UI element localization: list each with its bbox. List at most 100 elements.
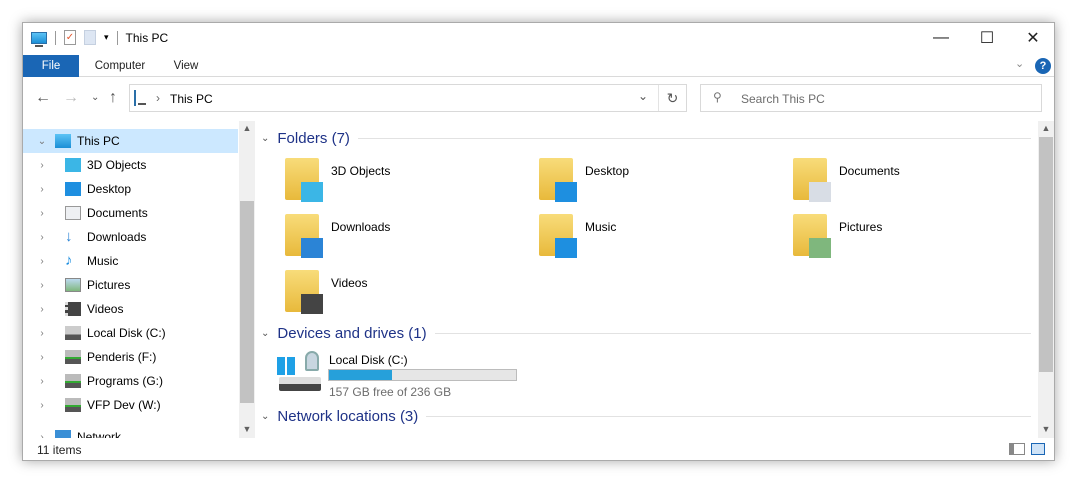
sidebar-item-vfp-dev[interactable]: › VFP Dev (W:)	[23, 393, 238, 417]
expand-ribbon-icon[interactable]: ⌄	[1015, 57, 1024, 70]
folder-documents[interactable]: Documents	[793, 158, 1033, 208]
sidebar-item-documents[interactable]: › Documents	[23, 201, 238, 225]
refresh-button[interactable]: ↻	[658, 85, 686, 111]
sidebar-item-label: Desktop	[87, 182, 132, 196]
folder-3d-objects[interactable]: 3D Objects	[285, 158, 525, 208]
help-icon[interactable]: ?	[1035, 58, 1051, 74]
sidebar-item-downloads[interactable]: › ↓ Downloads	[23, 225, 238, 249]
folder-icon	[793, 158, 831, 202]
address-bar[interactable]: › This PC ⌄ ↻	[129, 84, 687, 112]
chevron-right-icon[interactable]: ›	[33, 304, 51, 315]
sidebar-item-desktop[interactable]: › Desktop	[23, 177, 238, 201]
folder-overlay-icon	[809, 238, 831, 258]
search-input[interactable]: ⚲ Search This PC	[700, 84, 1042, 112]
close-button[interactable]: ✕	[1010, 23, 1056, 53]
sidebar-item-local-disk[interactable]: › Local Disk (C:)	[23, 321, 238, 345]
chevron-right-icon[interactable]: ›	[33, 328, 51, 339]
drive-usage-bar	[328, 369, 517, 381]
forward-button[interactable]: →	[63, 89, 79, 107]
content-scrollbar[interactable]: ▲ ▼	[1038, 121, 1054, 438]
new-folder-icon[interactable]	[84, 30, 96, 45]
group-header-network[interactable]: ⌄ Network locations (3)	[261, 408, 1031, 425]
sidebar-item-videos[interactable]: › Videos	[23, 297, 238, 321]
folder-desktop[interactable]: Desktop	[539, 158, 779, 208]
sidebar-item-label: Penderis (F:)	[87, 350, 157, 364]
divider	[116, 30, 118, 45]
computer-icon	[134, 90, 136, 106]
customize-toolbar-icon[interactable]: ▾	[104, 32, 109, 43]
sidebar-item-label: Programs (G:)	[87, 374, 164, 388]
folder-label: Documents	[839, 164, 900, 178]
sidebar-scrollbar[interactable]: ▲ ▼	[239, 121, 255, 438]
sidebar-item-network[interactable]: › Network	[23, 425, 238, 438]
scrollbar-thumb[interactable]	[240, 201, 254, 403]
drive-label: Local Disk (C:)	[329, 353, 408, 367]
group-header-devices[interactable]: ⌄ Devices and drives (1)	[261, 325, 1031, 342]
scroll-down-icon[interactable]: ▼	[1038, 424, 1054, 434]
divider	[55, 30, 56, 45]
chevron-right-icon[interactable]: ›	[33, 232, 51, 243]
chevron-right-icon[interactable]: ›	[33, 184, 51, 195]
chevron-down-icon[interactable]: ⌄	[261, 133, 269, 144]
tab-computer[interactable]: Computer	[85, 55, 155, 77]
folder-pictures[interactable]: Pictures	[793, 214, 1033, 264]
sidebar-item-label: Documents	[87, 206, 148, 220]
drive-icon	[279, 377, 321, 391]
chevron-down-icon[interactable]: ⌄	[261, 411, 269, 422]
sidebar-item-this-pc[interactable]: ⌄ This PC	[23, 129, 238, 153]
folder-label: Music	[585, 220, 617, 234]
folder-label: Videos	[331, 276, 368, 290]
folder-downloads[interactable]: Downloads	[285, 214, 525, 264]
scroll-up-icon[interactable]: ▲	[239, 123, 255, 133]
address-dropdown-icon[interactable]: ⌄	[638, 89, 648, 103]
tab-file[interactable]: File	[23, 55, 79, 77]
sidebar-item-music[interactable]: › ♪ Music	[23, 249, 238, 273]
picture-icon	[65, 278, 81, 292]
scroll-down-icon[interactable]: ▼	[239, 424, 255, 434]
scrollbar-thumb[interactable]	[1039, 137, 1053, 372]
folder-music[interactable]: Music	[539, 214, 779, 264]
computer-icon	[55, 134, 71, 148]
breadcrumb-this-pc[interactable]: This PC	[170, 92, 213, 106]
chevron-right-icon[interactable]: ›	[33, 160, 51, 171]
group-title: Network locations (3)	[277, 408, 419, 425]
sidebar-item-pictures[interactable]: › Pictures	[23, 273, 238, 297]
folder-icon	[793, 214, 831, 258]
chevron-right-icon[interactable]: ›	[33, 208, 51, 219]
chevron-right-icon[interactable]: ›	[33, 352, 51, 363]
maximize-button[interactable]: ☐	[964, 23, 1010, 53]
recent-locations-button[interactable]: ⌄	[91, 92, 99, 103]
scroll-up-icon[interactable]: ▲	[1038, 123, 1054, 133]
chevron-right-icon[interactable]: ›	[33, 280, 51, 291]
folder-videos[interactable]: Videos	[285, 270, 525, 320]
chevron-right-icon[interactable]: ›	[33, 256, 51, 267]
sidebar-item-programs[interactable]: › Programs (G:)	[23, 369, 238, 393]
details-view-button[interactable]	[1009, 443, 1025, 455]
minimize-button[interactable]: —	[918, 23, 964, 53]
search-placeholder: Search This PC	[741, 92, 825, 106]
properties-icon[interactable]: ✓	[64, 30, 76, 45]
group-header-folders[interactable]: ⌄ Folders (7)	[261, 130, 1031, 147]
chevron-down-icon[interactable]: ⌄	[33, 136, 51, 147]
lock-icon	[305, 351, 319, 371]
download-icon: ↓	[65, 228, 73, 245]
group-title: Devices and drives (1)	[277, 325, 427, 342]
folder-overlay-icon	[301, 182, 323, 202]
back-button[interactable]: ←	[35, 89, 51, 107]
tab-view[interactable]: View	[163, 55, 209, 77]
chevron-down-icon[interactable]: ⌄	[261, 328, 269, 339]
sidebar-item-label: Videos	[87, 302, 124, 316]
drive-local-disk-c[interactable]: Local Disk (C:) 157 GB free of 236 GB	[277, 351, 527, 399]
up-button[interactable]: ↑	[109, 89, 117, 107]
sidebar-item-penderis[interactable]: › Penderis (F:)	[23, 345, 238, 369]
chevron-right-icon[interactable]: ›	[33, 376, 51, 387]
sidebar-item-3d-objects[interactable]: › 3D Objects	[23, 153, 238, 177]
sidebar-item-label: Downloads	[87, 230, 147, 244]
title-bar: ✓ ▾ This PC — ☐ ✕	[23, 23, 1054, 55]
item-count: 11 items	[37, 443, 82, 457]
chevron-right-icon[interactable]: ›	[33, 400, 51, 411]
large-icons-view-button[interactable]	[1031, 443, 1045, 455]
folder-label: Desktop	[585, 164, 630, 178]
window-title: This PC	[125, 30, 169, 45]
windows-drive-icon	[277, 357, 295, 375]
